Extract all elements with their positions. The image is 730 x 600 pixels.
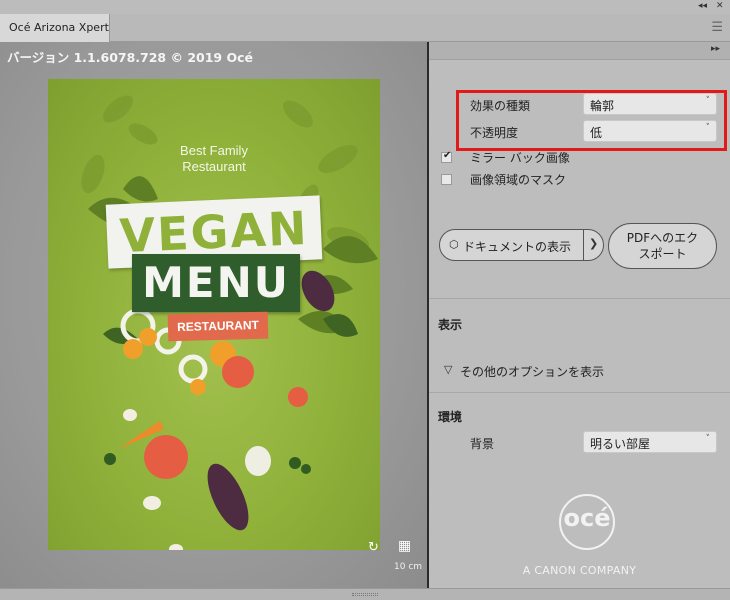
section-divider (429, 392, 730, 393)
tab-oce-arizona-xpert[interactable]: Océ Arizona Xpert (0, 14, 110, 42)
resize-grip-icon[interactable] (352, 593, 378, 596)
version-label: バージョン 1.1.6078.728 © 2019 Océ (7, 50, 253, 65)
mask-image-area-checkbox[interactable] (441, 174, 452, 185)
background-select[interactable]: 明るい部屋 ˅ (583, 431, 717, 453)
environment-section-title: 環境 (438, 410, 463, 424)
grid-icon[interactable]: ▦ (398, 538, 411, 554)
mirror-backlit-label: ミラー バック画像 (470, 151, 570, 165)
show-document-label: ドキュメントの表示 (463, 240, 572, 254)
oce-logo-text: océ (563, 504, 611, 532)
poster-menu-card: MENU (132, 254, 300, 312)
poster-preview: Best Family Restaurant VEGAN MENU RESTAU… (48, 79, 380, 550)
cube-icon: ⬡ (449, 238, 459, 251)
poster-tag-label: RESTAURANT (176, 317, 260, 335)
oce-logo: océ (559, 494, 615, 550)
export-pdf-label-line2: スポート (638, 247, 687, 261)
collapse-panel-icon[interactable]: ◂◂ (698, 1, 707, 11)
poster-restaurant-tag: RESTAURANT (167, 311, 269, 342)
export-pdf-button[interactable]: PDFへのエク スポート (608, 223, 717, 269)
hamburger-menu-icon[interactable]: ☰ (711, 20, 723, 35)
poster-subtitle-line2: Restaurant (182, 159, 246, 174)
chevron-down-icon[interactable]: ❯ (589, 237, 598, 250)
mask-image-area-label: 画像領域のマスク (470, 173, 567, 187)
expand-panel-icon[interactable]: ▸▸ (711, 44, 720, 54)
scale-label: 10 cm (394, 562, 423, 572)
bottom-resize-bar[interactable] (0, 588, 730, 600)
title-strip: ◂◂ ✕ (0, 0, 730, 14)
display-section-title: 表示 (438, 318, 463, 332)
tab-bar: Océ Arizona Xpert ☰ (0, 14, 730, 42)
split-divider (583, 229, 584, 261)
export-pdf-label-line1: PDFへのエク (626, 231, 699, 245)
chevron-down-icon: ˅ (705, 434, 711, 444)
rotate-icon[interactable]: ↻ (368, 540, 379, 555)
poster-title-menu: MENU (142, 258, 290, 307)
mirror-backlit-checkbox[interactable] (441, 150, 452, 163)
triangle-down-icon[interactable]: ▽ (444, 363, 452, 376)
poster-subtitle: Best Family Restaurant (48, 143, 380, 175)
show-document-button[interactable]: ⬡ ドキュメントの表示 ❯ (439, 229, 604, 261)
more-options-toggle[interactable]: その他のオプションを表示 (460, 363, 604, 380)
canon-tagline: A CANON COMPANY (522, 564, 637, 577)
tab-label: Océ Arizona Xpert (9, 21, 109, 34)
close-icon[interactable]: ✕ (716, 1, 724, 11)
preview-panel: バージョン 1.1.6078.728 © 2019 Océ Best Famil… (0, 42, 427, 588)
settings-panel: ▸▸ 効果の種類 輪郭 ˅ 不透明度 低 ˅ ミラー バック画像 画像領域のマス… (429, 42, 730, 588)
background-value: 明るい部屋 (590, 437, 651, 451)
background-label: 背景 (470, 437, 495, 451)
poster-subtitle-line1: Best Family (180, 143, 248, 158)
settings-panel-header: ▸▸ (429, 42, 730, 60)
section-divider (429, 298, 730, 299)
highlight-box (456, 90, 727, 151)
